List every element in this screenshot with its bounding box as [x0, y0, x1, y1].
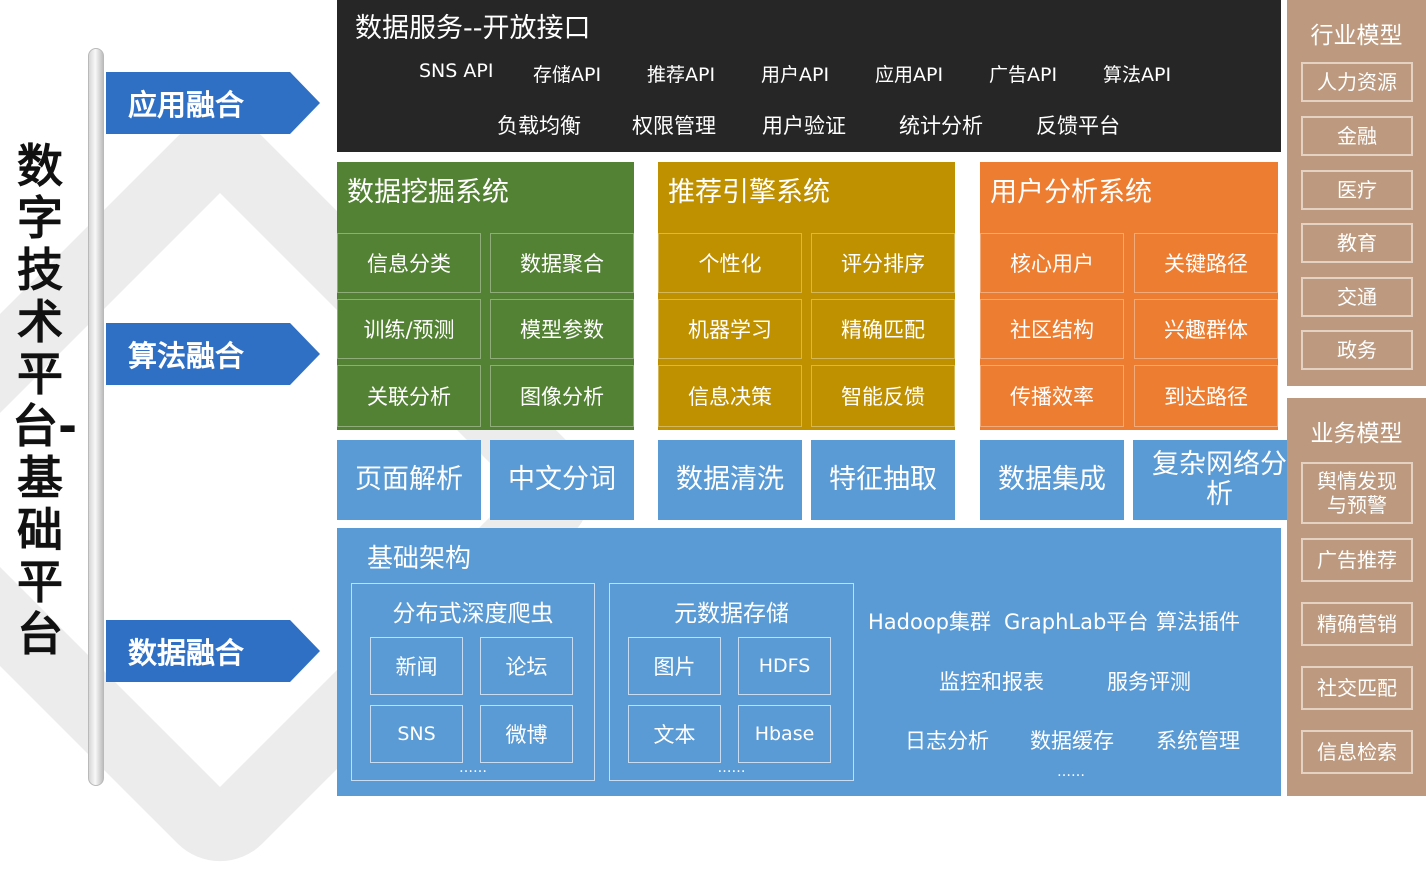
word-segmentation-box: 中文分词	[490, 440, 634, 520]
infra-item: 算法插件	[1156, 610, 1240, 634]
infra-line-3: 日志分析 数据缓存 系统管理	[905, 725, 1256, 755]
recommend-cell: 机器学习	[658, 299, 802, 359]
user-analysis-system: 用户分析系统 核心用户 关键路径 社区结构 兴趣群体 传播效率 到达路径	[980, 162, 1278, 430]
vertical-connector-bar	[88, 48, 104, 786]
service-item: 用户验证	[762, 114, 846, 138]
recommend-cell: 评分排序	[811, 233, 955, 293]
infra-item: 数据缓存	[1030, 729, 1114, 753]
user-analysis-cell: 关键路径	[1134, 233, 1278, 293]
business-item: 精确营销	[1301, 602, 1413, 646]
user-analysis-cell: 兴趣群体	[1134, 299, 1278, 359]
crawler-title: 分布式深度爬虫	[392, 601, 554, 627]
metadata-box: 元数据存储 图片 HDFS 文本 Hbase ……	[609, 583, 854, 781]
industry-model-title: 行业模型	[1310, 23, 1403, 49]
page-parsing-box: 页面解析	[337, 440, 481, 520]
api-row: SNS API 存储API 推荐API 用户API 应用API 广告API 算法…	[419, 60, 1193, 87]
business-item: 信息检索	[1301, 730, 1413, 774]
recommend-cell: 个性化	[658, 233, 802, 293]
business-item: 广告推荐	[1301, 538, 1413, 582]
mining-cell: 关联分析	[337, 365, 481, 427]
mining-cell: 图像分析	[490, 365, 634, 427]
service-item: 权限管理	[632, 114, 716, 138]
metadata-more: ……	[717, 760, 746, 776]
api-item: 推荐API	[647, 64, 716, 86]
feature-extraction-box: 特征抽取	[811, 440, 955, 520]
recommend-engine-title: 推荐引擎系统	[668, 177, 830, 208]
infrastructure-panel: 基础架构 分布式深度爬虫 新闻 论坛 SNS 微博 …… 元数据存储 图片 HD…	[337, 528, 1281, 796]
user-analysis-title: 用户分析系统	[990, 177, 1152, 208]
data-cleaning-box: 数据清洗	[658, 440, 802, 520]
recommend-cell: 精确匹配	[811, 299, 955, 359]
infra-item: GraphLab平台	[1004, 610, 1149, 634]
recommend-cell: 智能反馈	[811, 365, 955, 427]
user-analysis-cell: 传播效率	[980, 365, 1124, 427]
metadata-title: 元数据存储	[674, 601, 789, 627]
service-row: 负载均衡 权限管理 用户验证 统计分析 反馈平台	[497, 110, 1146, 140]
crawler-box: 分布式深度爬虫 新闻 论坛 SNS 微博 ……	[351, 583, 595, 781]
business-item: 社交匹配	[1301, 666, 1413, 710]
api-item: 应用API	[875, 64, 944, 86]
service-item: 反馈平台	[1036, 114, 1120, 138]
user-analysis-cell: 到达路径	[1134, 365, 1278, 427]
infra-item: Hadoop集群	[868, 610, 992, 634]
tag-data-fusion: 数据融合	[106, 620, 320, 682]
crawler-cell: 论坛	[480, 637, 573, 695]
mining-cell: 数据聚合	[490, 233, 634, 293]
industry-item: 教育	[1301, 223, 1413, 263]
mining-cell: 训练/预测	[337, 299, 481, 359]
industry-item: 人力资源	[1301, 62, 1413, 102]
data-mining-title: 数据挖掘系统	[347, 177, 509, 208]
recommend-engine-system: 推荐引擎系统 个性化 评分排序 机器学习 精确匹配 信息决策 智能反馈	[658, 162, 955, 430]
metadata-cell: 文本	[628, 705, 721, 763]
mining-cell: 信息分类	[337, 233, 481, 293]
data-mining-system: 数据挖掘系统 信息分类 数据聚合 训练/预测 模型参数 关联分析 图像分析	[337, 162, 634, 430]
tag-app-fusion: 应用融合	[106, 72, 320, 134]
infra-item: 监控和报表	[939, 670, 1044, 694]
crawler-cell: 微博	[480, 705, 573, 763]
api-item: 广告API	[989, 64, 1058, 86]
user-analysis-cell: 社区结构	[980, 299, 1124, 359]
metadata-cell: HDFS	[738, 637, 831, 695]
metadata-cell: Hbase	[738, 705, 831, 763]
crawler-cell: 新闻	[370, 637, 463, 695]
industry-item: 交通	[1301, 277, 1413, 317]
infra-line-2: 监控和报表 服务评测	[939, 666, 1207, 696]
infrastructure-title: 基础架构	[367, 544, 472, 574]
industry-item: 金融	[1301, 116, 1413, 156]
industry-item: 医疗	[1301, 170, 1413, 210]
data-service-panel: 数据服务--开放接口 SNS API 存储API 推荐API 用户API 应用A…	[337, 0, 1281, 152]
business-model-panel: 业务模型 舆情发现与预警 广告推荐 精确营销 社交匹配 信息检索	[1287, 398, 1426, 796]
api-item: 算法API	[1103, 64, 1172, 86]
api-item: SNS API	[419, 60, 494, 82]
tag-algorithm-fusion: 算法融合	[106, 323, 320, 385]
crawler-more: ……	[459, 760, 487, 776]
business-item: 舆情发现与预警	[1301, 462, 1413, 524]
industry-model-panel: 行业模型 人力资源 金融 医疗 教育 交通 政务	[1287, 0, 1426, 386]
business-model-title: 业务模型	[1310, 421, 1403, 447]
api-item: 存储API	[533, 64, 602, 86]
service-item: 统计分析	[899, 114, 983, 138]
service-item: 负载均衡	[497, 114, 581, 138]
complex-network-box: 复杂网络分析	[1133, 440, 1306, 520]
infra-item: 服务评测	[1107, 670, 1191, 694]
metadata-cell: 图片	[628, 637, 721, 695]
infra-more: ……	[1057, 764, 1085, 780]
industry-item: 政务	[1301, 330, 1413, 370]
data-service-title: 数据服务--开放接口	[355, 13, 591, 44]
api-item: 用户API	[761, 64, 830, 86]
recommend-cell: 信息决策	[658, 365, 802, 427]
infra-line-1: Hadoop集群 GraphLab平台 算法插件	[868, 606, 1256, 636]
infra-item: 系统管理	[1156, 729, 1240, 753]
infra-item: 日志分析	[905, 729, 989, 753]
data-integration-box: 数据集成	[980, 440, 1124, 520]
vertical-title: 数字技术平台-基础平台	[12, 139, 78, 661]
crawler-cell: SNS	[370, 705, 463, 763]
user-analysis-cell: 核心用户	[980, 233, 1124, 293]
mining-cell: 模型参数	[490, 299, 634, 359]
